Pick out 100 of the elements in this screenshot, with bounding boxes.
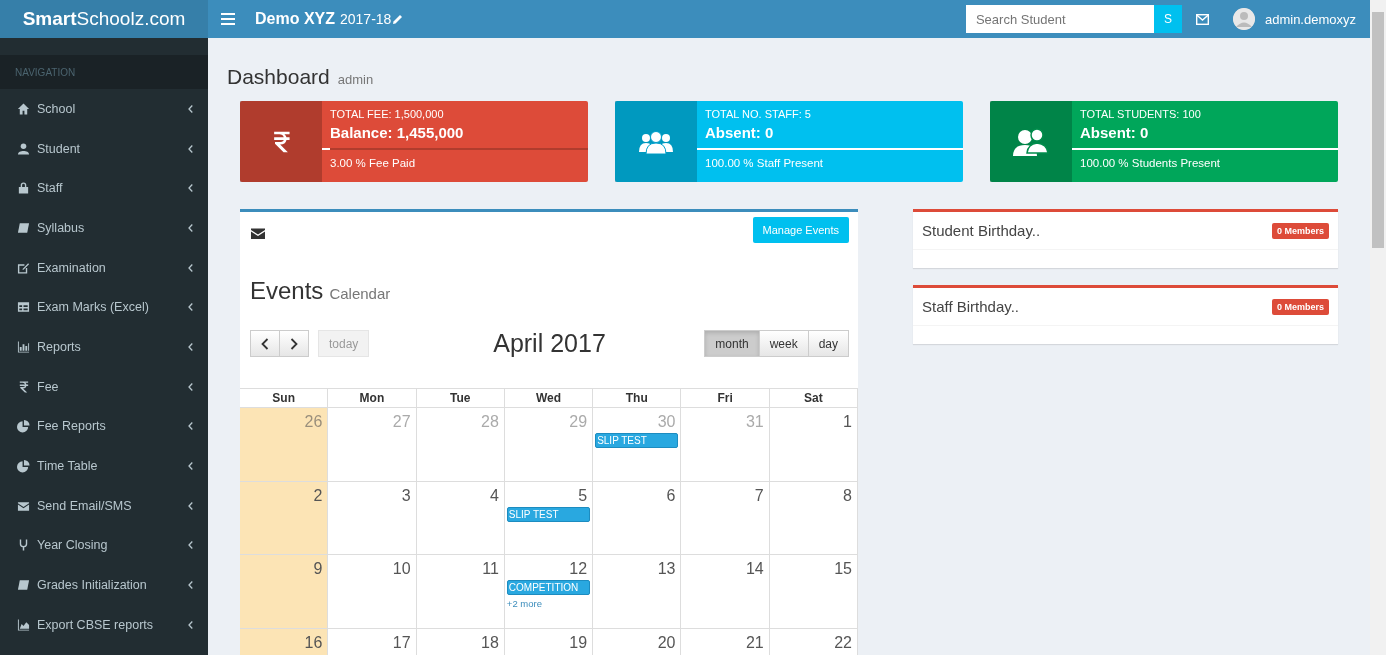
envelope-icon[interactable] [1195,13,1209,25]
info-description: 100.00 % Staff Present [704,156,825,169]
day-cell[interactable]: 17 [328,628,417,655]
day-cell[interactable]: 20 [593,628,682,655]
day-cell[interactable]: 7 [681,481,770,555]
day-cell[interactable]: 8 [769,481,858,555]
info-label: TOTAL FEE: 1,500,000 [329,108,445,120]
day-number: 11 [481,559,500,578]
day-cell[interactable]: 19 [504,628,594,655]
chevron-icon [188,581,193,590]
weekday-header: Fri [681,389,770,408]
day-cell[interactable]: 2 [240,481,329,555]
day-number: 13 [656,559,677,578]
day-number: 3 [400,485,412,505]
day-number: 1 [842,412,853,431]
chevron-icon [188,263,193,272]
day-cell[interactable]: 18 [416,628,505,655]
user-icon [17,141,30,156]
day-cell[interactable]: 10 [328,555,417,629]
user-name[interactable]: admin.demoxyz [1264,11,1356,27]
chat-users-icon [1013,126,1049,157]
nav-item[interactable]: Fee [37,379,188,394]
next-button[interactable] [280,330,309,357]
day-cell[interactable]: 3 [328,481,417,555]
day-cell[interactable]: 6 [593,481,682,555]
nav-item[interactable]: Grades Initialization [37,578,188,593]
avatar-icon[interactable] [1232,8,1255,30]
home-icon [17,101,30,116]
fork-icon [17,538,30,553]
day-cell[interactable]: 11 [416,555,505,629]
nav-item[interactable]: Year Closing [37,538,188,553]
table-icon [17,300,30,315]
chevron-icon [188,223,193,232]
view-tab[interactable]: day [808,330,849,357]
chevron-icon [188,422,193,431]
day-cell[interactable]: 4 [416,481,505,555]
more-link[interactable]: +2 more [506,598,591,609]
day-number: 5 [577,485,589,505]
day-cell[interactable]: 9 [240,555,329,629]
chevron-icon [188,303,193,312]
day-number: 14 [744,559,765,578]
previous-button[interactable] [250,330,280,357]
info-label: TOTAL NO. STAFF: 5 [704,108,812,120]
view-tab[interactable]: week [759,330,809,357]
day-number: 30 [656,412,677,431]
view-tab[interactable]: month [704,330,760,357]
day-cell[interactable]: 21 [681,628,770,655]
day-cell[interactable]: 1 [769,408,858,482]
calendar-title: Events [250,277,324,305]
nav-item[interactable]: Reports [37,339,188,354]
calendar-subtitle: Calendar [329,285,391,302]
nav-item[interactable]: Send Email/SMS [37,498,188,513]
info-value: Absent: 0 [1079,123,1150,141]
nav-item[interactable]: Syllabus [37,220,188,235]
day-cell[interactable]: 16 [240,628,329,655]
nav-item[interactable]: Export CBSE reports [37,617,188,632]
nav-item[interactable]: Fee Reports [37,419,188,434]
menu-icon[interactable] [221,13,235,25]
members-badge: 0 Members [1271,222,1329,239]
weekday-header: Mon [328,389,417,408]
pie-chart-icon [17,419,30,434]
nav-item[interactable]: Exam Marks (Excel) [37,300,188,315]
month-title: April 2017 [493,329,606,358]
day-number: 29 [568,412,589,431]
area-chart-icon [17,617,30,632]
day-number: 15 [833,559,853,578]
day-number: 4 [488,485,500,505]
day-cell[interactable]: 12 COMPETITION +2 more [504,555,594,629]
info-value: Balance: 1,455,000 [329,123,465,141]
lock-icon [17,181,30,196]
pencil-icon[interactable] [393,14,404,24]
day-cell[interactable]: 14 [681,555,770,629]
nav-item[interactable]: Staff [37,181,188,196]
pie-chart-icon [17,459,30,474]
nav-item[interactable]: Time Table [37,459,188,474]
nav-item[interactable]: Examination [37,260,188,275]
page-subtitle: admin [337,72,374,87]
scrollbar-thumb[interactable] [1372,12,1384,248]
day-number: 6 [665,485,677,505]
users-icon [638,129,674,154]
nav-item[interactable]: Student [37,141,188,156]
app-logo[interactable]: SmartSchoolz.com [0,0,208,38]
day-number: 19 [568,632,589,652]
page-title: Dashboard [227,65,330,89]
panel-title: Student Birthday.. [922,222,1041,239]
chevron-icon [188,104,193,113]
day-cell[interactable]: 22 [769,628,858,655]
nav-item[interactable]: School [37,101,188,116]
book-icon [17,220,30,235]
scrollbar[interactable] [1370,0,1386,655]
info-description: 3.00 % Fee Paid [329,156,417,169]
day-cell[interactable]: 5 SLIP TEST [504,481,594,555]
search-field[interactable]: Search Student [965,5,1154,33]
school-name: Demo XYZ [255,10,335,28]
day-cell[interactable]: 15 [769,555,858,629]
day-number: 18 [480,632,500,652]
day-number: 7 [753,485,765,505]
envelope-icon [250,227,266,241]
chevron-icon [188,501,193,510]
day-cell[interactable]: 13 [593,555,682,629]
